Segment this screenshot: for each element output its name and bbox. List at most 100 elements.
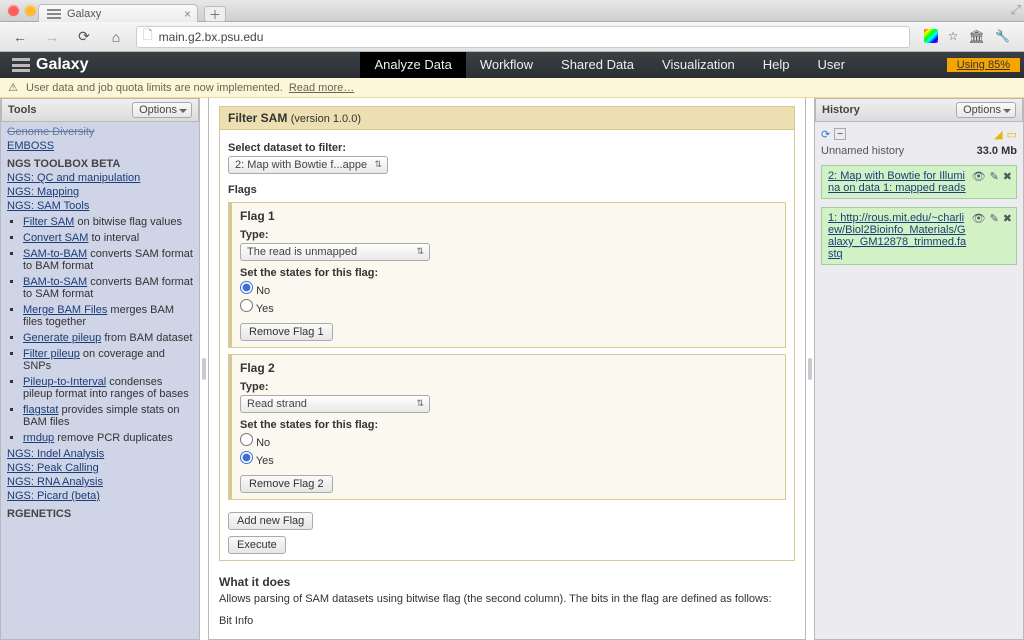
usage-badge[interactable]: Using 85% <box>947 58 1020 72</box>
minimize-window-icon[interactable] <box>25 5 36 16</box>
remove-flag1-button[interactable]: Remove Flag 1 <box>240 323 333 341</box>
dataset-label: Select dataset to filter: <box>228 142 786 154</box>
dataset-select[interactable]: 2: Map with Bowtie f...apped reads <box>228 156 388 174</box>
center-panel: Filter SAM (version 1.0.0) Select datase… <box>208 98 806 640</box>
home-button[interactable]: ⌂ <box>104 27 128 47</box>
flag2-radio-no[interactable]: No <box>240 437 270 449</box>
samtools-link[interactable]: Filter SAM <box>23 216 74 228</box>
samtools-link[interactable]: Generate pileup <box>23 332 101 344</box>
view-icon[interactable]: 👁 <box>972 170 986 183</box>
samtools-link[interactable]: BAM-to-SAM <box>23 276 87 288</box>
samtools-item: BAM-to-SAM converts BAM format to SAM fo… <box>23 276 193 300</box>
notice-link[interactable]: Read more… <box>289 82 354 94</box>
close-window-icon[interactable] <box>8 5 19 16</box>
app-nav: Analyze Data Workflow Shared Data Visual… <box>360 52 859 78</box>
history-title: History <box>822 104 860 116</box>
samtools-list: Filter SAM on bitwise flag valuesConvert… <box>23 216 193 444</box>
app-logo[interactable]: Galaxy <box>0 56 100 74</box>
view-icon[interactable]: 👁 <box>972 212 986 225</box>
delete-icon[interactable]: ✖ <box>1003 212 1012 225</box>
flag2-type-label: Type: <box>240 381 777 393</box>
history-item-1[interactable]: 👁 ✎ ✖ 1: http://rous.mit.edu/~charliew/B… <box>821 207 1017 265</box>
history-panel: History Options ⟳ − ◢ ▭ Unnamed history … <box>814 98 1024 640</box>
flag1-states-label: Set the states for this flag: <box>240 267 777 279</box>
nav-help[interactable]: Help <box>749 52 804 78</box>
close-tab-icon[interactable]: × <box>184 7 191 21</box>
flag1-type-select[interactable]: The read is unmapped <box>240 243 430 261</box>
samtools-link[interactable]: Convert SAM <box>23 232 88 244</box>
flag2-box: Flag 2 Type: Read strand Set the states … <box>228 354 786 500</box>
samtools-item: Merge BAM Files merges BAM files togethe… <box>23 304 193 328</box>
samtools-link[interactable]: Merge BAM Files <box>23 304 107 316</box>
nav-analyze-data[interactable]: Analyze Data <box>360 52 465 78</box>
edit-icon[interactable]: ✎ <box>990 212 999 225</box>
flag1-radio-no[interactable]: No <box>240 285 270 297</box>
nav-workflow[interactable]: Workflow <box>466 52 547 78</box>
logo-icon <box>12 58 30 72</box>
tool-cat-rna[interactable]: NGS: RNA Analysis <box>7 476 193 488</box>
tool-cat-picard[interactable]: NGS: Picard (beta) <box>7 490 193 502</box>
samtools-link[interactable]: SAM-to-BAM <box>23 248 87 260</box>
flag2-states-label: Set the states for this flag: <box>240 419 777 431</box>
flag2-radio-yes[interactable]: Yes <box>240 455 274 467</box>
tool-cat-mapping[interactable]: NGS: Mapping <box>7 186 193 198</box>
notice-bar: ⚠ User data and job quota limits are now… <box>0 78 1024 98</box>
left-resize-handle[interactable] <box>200 98 208 640</box>
forward-button[interactable]: → <box>40 27 64 47</box>
site-icon: 🗋 <box>143 26 153 47</box>
add-flag-button[interactable]: Add new Flag <box>228 512 313 530</box>
tool-cat-qc[interactable]: NGS: QC and manipulation <box>7 172 193 184</box>
star-icon[interactable]: ☆ <box>948 29 959 45</box>
tool-cat-samtools[interactable]: NGS: SAM Tools <box>7 200 193 212</box>
tool-cat-indel[interactable]: NGS: Indel Analysis <box>7 448 193 460</box>
samtools-link[interactable]: rmdup <box>23 432 54 444</box>
annotate-history-icon[interactable]: ▭ <box>1007 128 1017 141</box>
reload-button[interactable]: ⟳ <box>72 27 96 47</box>
samtools-item: rmdup remove PCR duplicates <box>23 432 193 444</box>
tools-panel: Tools Options Genome Diversity EMBOSS NG… <box>0 98 200 640</box>
browser-tab[interactable]: Galaxy × <box>38 4 198 22</box>
tag-history-icon[interactable]: ◢ <box>994 128 1002 141</box>
tools-panel-header: Tools Options <box>1 98 199 122</box>
tool-genome-diversity[interactable]: Genome Diversity <box>7 126 193 138</box>
nav-visualization[interactable]: Visualization <box>648 52 749 78</box>
back-button[interactable]: ← <box>8 27 32 47</box>
institution-icon[interactable]: 🏛 <box>969 29 986 45</box>
right-resize-handle[interactable] <box>806 98 814 640</box>
tool-cat-peak[interactable]: NGS: Peak Calling <box>7 462 193 474</box>
history-options-button[interactable]: Options <box>956 102 1016 118</box>
tools-options-button[interactable]: Options <box>132 102 192 118</box>
what-it-does-text: Allows parsing of SAM datasets using bit… <box>219 593 795 605</box>
remove-flag2-button[interactable]: Remove Flag 2 <box>240 475 333 493</box>
edit-icon[interactable]: ✎ <box>990 170 999 183</box>
url-bar[interactable]: 🗋 main.g2.bx.psu.edu <box>136 26 910 48</box>
collapse-history-icon[interactable]: − <box>834 128 846 140</box>
tools-title: Tools <box>8 104 37 116</box>
samtools-item: Convert SAM to interval <box>23 232 193 244</box>
new-tab-button[interactable]: ＋ <box>204 6 226 22</box>
flag1-title: Flag 1 <box>240 209 777 223</box>
history-name[interactable]: Unnamed history <box>821 145 904 157</box>
url-text: main.g2.bx.psu.edu <box>159 30 264 44</box>
tool-version: (version 1.0.0) <box>291 113 361 125</box>
samtools-item: flagstat provides simple stats on BAM fi… <box>23 404 193 428</box>
flag1-radio-yes[interactable]: Yes <box>240 303 274 315</box>
samtools-item: SAM-to-BAM converts SAM format to BAM fo… <box>23 248 193 272</box>
tools-section-ngs: NGS TOOLBOX BETA <box>7 158 193 170</box>
wrench-icon[interactable]: 🔧 <box>995 29 1010 45</box>
nav-shared-data[interactable]: Shared Data <box>547 52 648 78</box>
tool-emboss[interactable]: EMBOSS <box>7 140 193 152</box>
flags-label: Flags <box>228 184 786 196</box>
history-item-2[interactable]: 👁 ✎ ✖ 2: Map with Bowtie for Illumina on… <box>821 165 1017 199</box>
tool-title-bar: Filter SAM (version 1.0.0) <box>219 106 795 130</box>
samtools-link[interactable]: Filter pileup <box>23 348 80 360</box>
delete-icon[interactable]: ✖ <box>1003 170 1012 183</box>
samtools-link[interactable]: flagstat <box>23 404 58 416</box>
fullscreen-icon[interactable]: ⤢ <box>1011 2 1021 18</box>
flag2-type-select[interactable]: Read strand <box>240 395 430 413</box>
refresh-history-icon[interactable]: ⟳ <box>821 128 830 141</box>
nav-user[interactable]: User <box>804 52 859 78</box>
execute-button[interactable]: Execute <box>228 536 286 554</box>
extension-icon[interactable] <box>924 29 938 43</box>
samtools-link[interactable]: Pileup-to-Interval <box>23 376 106 388</box>
